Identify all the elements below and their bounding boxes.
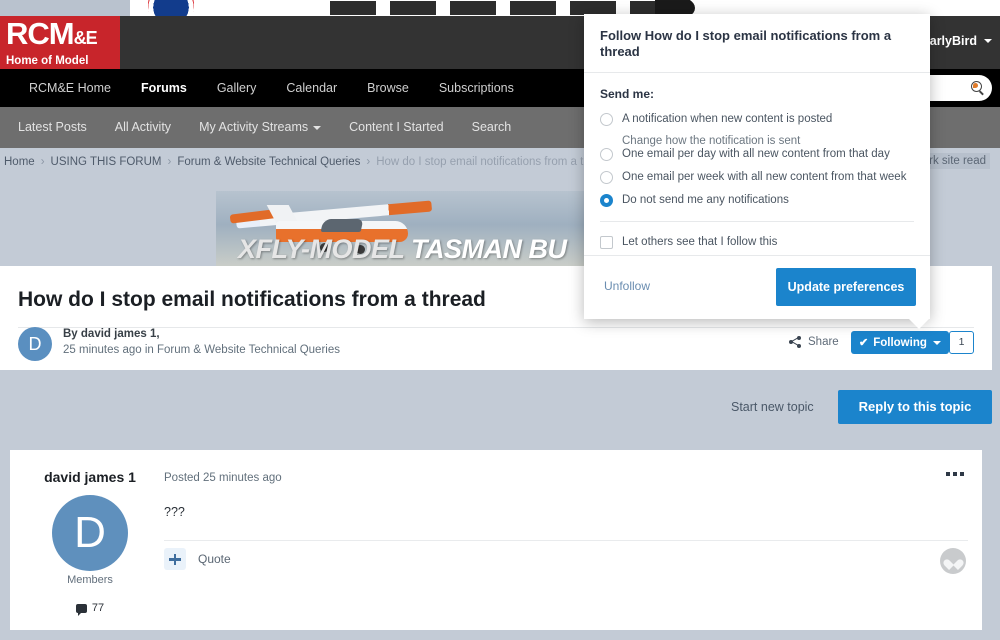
breadcrumb-current: How do I stop email notifications from a… (376, 156, 613, 168)
banner-product: TASMAN BU (411, 234, 567, 264)
topic-meta: 25 minutes ago in Forum & Website Techni… (63, 344, 340, 356)
update-preferences-button[interactable]: Update preferences (776, 268, 916, 306)
banner-brand: XFLY-MODEL (238, 234, 405, 264)
share-button[interactable]: Share (789, 336, 839, 348)
roundel-icon (148, 0, 194, 16)
topic-author[interactable]: david james 1 (81, 328, 156, 340)
follow-option-radio[interactable] (600, 148, 613, 161)
breadcrumb-item[interactable]: Forum & Website Technical Queries (177, 156, 360, 168)
post-body: ??? (164, 505, 185, 519)
by-prefix: By (63, 328, 78, 340)
start-new-topic-link[interactable]: Start new topic (731, 400, 814, 414)
follow-option-label: Do not send me any notifications (622, 194, 789, 206)
divider (600, 221, 914, 222)
follow-option-radio[interactable] (600, 194, 613, 207)
subnav-item-latest-posts[interactable]: Latest Posts (4, 107, 101, 148)
follow-option-radio[interactable] (600, 171, 613, 184)
follow-option-label: One email per week with all new content … (622, 171, 907, 183)
follow-option-row[interactable]: One email per week with all new content … (600, 170, 914, 184)
nav-item-label: My Activity Streams (199, 120, 309, 134)
send-me-label: Send me: (600, 87, 655, 101)
chevron-down-icon (984, 39, 992, 43)
follow-dialog-header: Follow How do I stop email notifications… (584, 14, 930, 73)
comment-bubble-icon (75, 603, 87, 616)
top-ad-left-block (0, 0, 130, 16)
like-button[interactable] (940, 548, 966, 574)
nav-item-subscriptions[interactable]: Subscriptions (424, 69, 529, 107)
dialog-pointer-arrow (908, 318, 930, 329)
post-card: david james 1 D Members 77 Posted 25 min… (10, 450, 982, 630)
heart-icon (947, 555, 960, 567)
following-button[interactable]: ✔ Following (851, 331, 949, 354)
post-tools: Quote (164, 548, 231, 570)
multiquote-plus-icon[interactable] (164, 548, 186, 570)
topic-author-line: By david james 1, (63, 328, 340, 340)
follow-option-radio[interactable] (600, 113, 613, 126)
chevron-down-icon (313, 125, 322, 130)
logo-wordmark: RCM&E (6, 16, 98, 51)
breadcrumb-separator: › (366, 156, 371, 168)
nav-item-gallery[interactable]: Gallery (202, 69, 272, 107)
anonymous-follow-checkbox[interactable] (600, 236, 613, 249)
nav-item-label: Latest Posts (18, 120, 87, 134)
follow-options-group: A notification when new content is poste… (600, 112, 914, 207)
nav-item-label: Search (471, 120, 512, 134)
share-icon (789, 336, 802, 348)
top-ad-wordmark (330, 1, 660, 15)
reply-to-topic-button[interactable]: Reply to this topic (838, 390, 992, 424)
subnav-item-search[interactable]: Search (458, 107, 526, 148)
check-icon: ✔ (859, 337, 869, 349)
anonymous-follow-row[interactable]: Let others see that I follow this (600, 235, 914, 249)
page-title: How do I stop email notifications from a… (18, 288, 486, 311)
unfollow-button[interactable]: Unfollow (604, 279, 650, 293)
follow-dialog-body: Send me: A notification when new content… (584, 73, 930, 249)
nav-item-rcm-e-home[interactable]: RCM&E Home (14, 69, 126, 107)
subnav-item-content-i-started[interactable]: Content I Started (335, 107, 458, 148)
post-timestamp: Posted 25 minutes ago (164, 472, 282, 484)
follower-count-badge[interactable]: 1 (949, 331, 974, 354)
post-author-name[interactable]: david james 1 (34, 469, 146, 485)
nav-item-forums[interactable]: Forums (126, 69, 202, 114)
nav-item-browse[interactable]: Browse (352, 69, 424, 107)
follow-option-row[interactable]: A notification when new content is poste… (600, 112, 914, 126)
topic-byline: By david james 1, 25 minutes ago in Foru… (63, 328, 340, 356)
by-suffix: , (156, 328, 160, 340)
search-icon[interactable] (971, 81, 982, 92)
site-logo[interactable]: RCM&E Home of Model Flying (0, 16, 120, 81)
following-label: Following (873, 336, 927, 349)
nav-item-calendar[interactable]: Calendar (271, 69, 352, 107)
breadcrumb-separator: › (40, 156, 45, 168)
divider (164, 540, 968, 541)
more-options-icon[interactable] (946, 472, 964, 476)
nav-item-label: All Activity (114, 120, 172, 134)
follow-option-row[interactable]: One email per day with all new content f… (600, 147, 914, 161)
share-label: Share (808, 336, 839, 348)
chevron-down-icon (932, 340, 941, 345)
breadcrumb-item[interactable]: USING THIS FORUM (51, 156, 162, 168)
post-author-role: Members (67, 574, 113, 586)
post-count-value: 77 (91, 602, 105, 614)
follow-option-label: A notification when new content is poste… (622, 113, 833, 125)
follow-dialog: Follow How do I stop email notifications… (584, 14, 930, 319)
subnav-item-all-activity[interactable]: All Activity (101, 107, 185, 148)
nav-item-label: Content I Started (349, 120, 444, 134)
subnav-item-my-activity-streams[interactable]: My Activity Streams (185, 107, 335, 148)
follow-option-label: One email per day with all new content f… (622, 148, 890, 160)
anonymous-follow-label: Let others see that I follow this (622, 236, 778, 248)
follow-option-row[interactable]: Do not send me any notifications (600, 193, 914, 207)
follow-option-sublink[interactable]: Change how the notification is sent (622, 135, 914, 147)
quote-button[interactable]: Quote (198, 552, 231, 566)
avatar[interactable]: D (52, 495, 128, 571)
follow-dialog-title: Follow How do I stop email notifications… (600, 28, 892, 59)
follow-dialog-footer: Unfollow Update preferences (584, 255, 930, 319)
post-author-post-count: 77 (34, 602, 146, 616)
avatar[interactable]: D (18, 327, 52, 361)
breadcrumb-item[interactable]: Home (4, 156, 35, 168)
breadcrumb-separator: › (167, 156, 172, 168)
